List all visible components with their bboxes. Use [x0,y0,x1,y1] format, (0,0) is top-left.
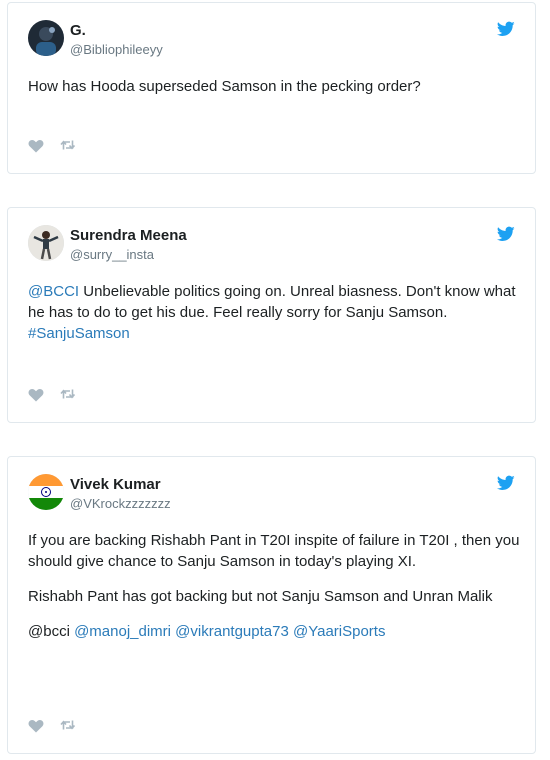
avatar[interactable] [28,20,64,56]
tweet-text: If you are backing Rishabh Pant in T20I … [28,530,520,656]
tweet-paragraph: @BCCI Unbelievable politics going on. Un… [28,281,520,344]
author-handle[interactable]: @VKrockzzzzzzz [70,496,171,511]
tweet-card[interactable]: Surendra Meena @surry__insta @BCCI Unbel… [7,207,536,423]
tweet-actions [28,386,76,402]
tweet-actions [28,137,76,153]
avatar[interactable] [28,474,64,510]
retweet-icon[interactable] [60,719,76,731]
tweet-text: How has Hooda superseded Samson in the p… [28,76,520,111]
mention-link[interactable]: @vikrantgupta73 [175,623,289,640]
heart-icon[interactable] [28,138,44,153]
tweet-paragraph: How has Hooda superseded Samson in the p… [28,78,421,95]
mention-link[interactable]: @manoj_dimri [74,623,171,640]
avatar[interactable] [28,225,64,261]
tweet-actions [28,717,76,733]
author-name[interactable]: Vivek Kumar [70,476,161,493]
twitter-bird-icon[interactable] [497,21,515,37]
tweet-paragraph: If you are backing Rishabh Pant in T20I … [28,532,520,570]
tweet-paragraph: Rishabh Pant has got backing but not San… [28,588,493,605]
author-name[interactable]: Surendra Meena [70,227,187,244]
author-handle[interactable]: @surry__insta [70,247,154,262]
tweet-card[interactable]: G. @Bibliophileeyy How has Hooda superse… [7,2,536,174]
heart-icon[interactable] [28,718,44,733]
hashtag-link[interactable]: #SanjuSamson [28,325,130,342]
twitter-bird-icon[interactable] [497,226,515,242]
retweet-icon[interactable] [60,388,76,400]
tweet-body: Unbelievable politics going on. Unreal b… [28,283,516,321]
tweet-mentions: @bcci @manoj_dimri @vikrantgupta73 @Yaar… [28,621,520,642]
mention-link[interactable]: @BCCI [28,283,79,300]
mention-link[interactable]: @YaariSports [293,623,385,640]
heart-icon[interactable] [28,387,44,402]
plain-mention: @bcci [28,623,70,640]
twitter-bird-icon[interactable] [497,475,515,491]
retweet-icon[interactable] [60,139,76,151]
author-name[interactable]: G. [70,22,86,39]
tweet-text: @BCCI Unbelievable politics going on. Un… [28,281,520,358]
author-handle[interactable]: @Bibliophileeyy [70,42,163,57]
tweet-card[interactable]: Vivek Kumar @VKrockzzzzzzz If you are ba… [7,456,536,754]
